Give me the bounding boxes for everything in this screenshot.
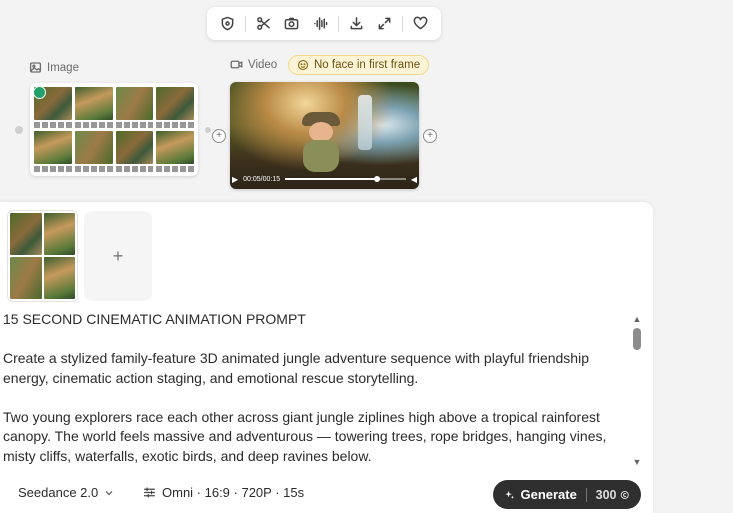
video-icon: [230, 60, 243, 69]
heart-icon[interactable]: [410, 13, 432, 35]
prompt-textarea[interactable]: 15 SECOND CINEMATIC ANIMATION PROMPT Crea…: [3, 310, 628, 468]
generate-divider: [585, 487, 587, 502]
credit-cost: 300: [595, 487, 617, 502]
storyboard-frame: [115, 87, 154, 128]
selected-check-icon: [33, 86, 46, 99]
video-node-header: Video: [230, 58, 277, 71]
prompt-heading: 15 SECOND CINEMATIC ANIMATION PROMPT: [3, 311, 306, 327]
storyboard-frame: [156, 131, 194, 172]
reference-image-thumbnail[interactable]: [7, 210, 78, 302]
storyboard-frame: [43, 213, 75, 255]
generate-label: Generate: [520, 487, 577, 502]
volume-icon[interactable]: ◀: [411, 175, 417, 184]
video-node-label: Video: [248, 58, 278, 71]
storyboard-frame: [10, 257, 42, 299]
shield-icon[interactable]: [216, 13, 238, 35]
credit-coin-icon: [620, 490, 629, 499]
face-icon: [297, 59, 309, 71]
storyboard-frame: [74, 87, 113, 128]
expand-icon[interactable]: [374, 13, 396, 35]
storyboard-frame: [74, 131, 113, 172]
generate-button[interactable]: Generate 300: [493, 480, 641, 509]
add-connection-port[interactable]: +: [212, 129, 226, 143]
badge-text: No face in first frame: [314, 59, 421, 71]
video-time: 00:05/00:15: [243, 175, 281, 183]
video-toolbar: [207, 7, 441, 40]
image-node-header: Image: [29, 61, 79, 74]
settings-label: Omni · 16:9 · 720P · 15s: [162, 485, 305, 500]
video-progress-fill: [285, 178, 377, 180]
prompt-paragraph: Create a stylized family-feature 3D anim…: [3, 350, 593, 386]
input-port[interactable]: [15, 126, 23, 134]
storyboard-frame: [115, 131, 154, 172]
generation-settings-button[interactable]: Omni · 16:9 · 720P · 15s: [143, 485, 304, 500]
storyboard-frame: [156, 87, 194, 128]
toolbar-divider: [244, 15, 246, 32]
prompt-paragraph: Two young explorers race each other acro…: [3, 408, 611, 464]
image-icon: [29, 62, 42, 73]
explorer-character-graphic: [300, 112, 342, 174]
add-reference-button[interactable]: +: [84, 211, 152, 301]
storyboard-frame: [34, 131, 72, 172]
toolbar-divider: [337, 15, 339, 32]
chevron-down-icon: [105, 490, 113, 495]
waterfall-graphic: [358, 95, 372, 150]
add-connection-port[interactable]: +: [423, 129, 437, 143]
video-scrubber[interactable]: [285, 176, 406, 182]
sliders-icon: [144, 487, 155, 498]
output-port[interactable]: [205, 127, 211, 133]
model-label: Seedance 2.0: [18, 485, 99, 500]
image-node[interactable]: [30, 83, 198, 176]
waveform-icon[interactable]: [309, 13, 331, 35]
image-node-label: Image: [47, 61, 79, 74]
play-icon[interactable]: ▶: [232, 175, 238, 184]
storyboard-frame: [10, 213, 42, 255]
camera-icon[interactable]: [281, 13, 303, 35]
storyboard-grid: [30, 83, 198, 176]
download-icon[interactable]: [345, 13, 367, 35]
sparkle-icon: [505, 490, 514, 499]
scroll-up-arrow[interactable]: ▲: [632, 314, 642, 324]
storyboard-frame: [43, 257, 75, 299]
face-warning-badge: No face in first frame: [288, 55, 430, 75]
model-selector[interactable]: Seedance 2.0: [18, 485, 114, 500]
scroll-down-arrow[interactable]: ▼: [632, 457, 642, 467]
toolbar-divider: [402, 15, 404, 32]
scissors-icon[interactable]: [252, 13, 274, 35]
scrollbar-thumb[interactable]: [633, 328, 641, 350]
video-scrubber-knob[interactable]: [373, 176, 380, 182]
video-controls: ▶ 00:05/00:15 ◀: [232, 172, 417, 186]
